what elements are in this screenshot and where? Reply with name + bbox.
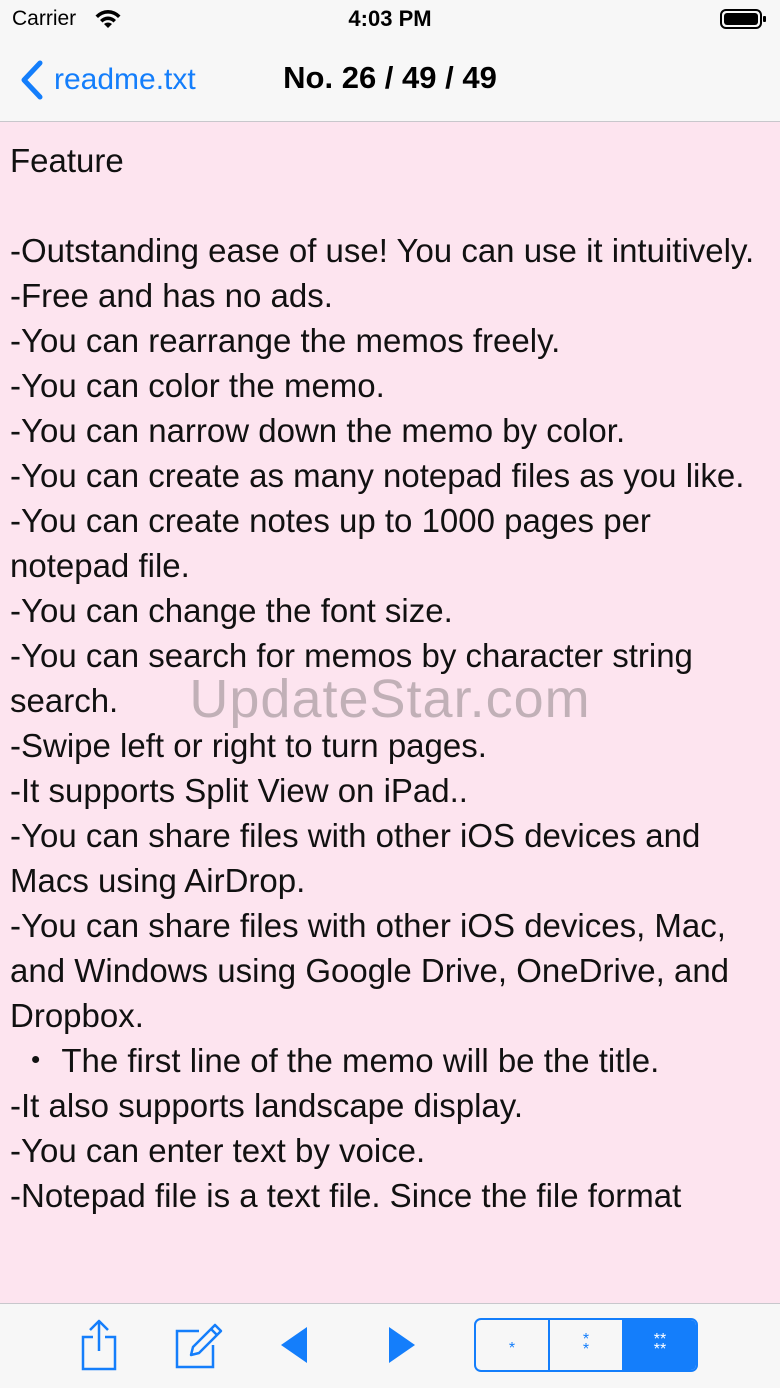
font-size-large-label: ** ** (653, 1331, 667, 1358)
back-button[interactable]: readme.txt (18, 58, 196, 102)
font-size-medium-segment[interactable]: * * (550, 1320, 624, 1370)
next-page-icon (389, 1327, 415, 1363)
back-button-label: readme.txt (54, 63, 196, 96)
share-button[interactable] (76, 1319, 122, 1371)
status-time: 4:03 PM (348, 6, 432, 31)
page-counter-title: No. 26 / 49 / 49 (283, 60, 497, 95)
navigation-bar: readme.txt No. 26 / 49 / 49 (0, 40, 780, 122)
share-icon (81, 1319, 117, 1371)
battery-icon (720, 9, 766, 29)
compose-button[interactable] (172, 1320, 224, 1370)
font-size-large-segment[interactable]: ** ** (624, 1320, 696, 1370)
font-size-medium-label: * * (582, 1331, 590, 1358)
font-size-small-segment[interactable]: * (476, 1320, 550, 1370)
memo-text-view[interactable]: Feature -Outstanding ease of use! You ca… (0, 122, 780, 1303)
previous-page-button[interactable] (278, 1320, 310, 1370)
status-bar: Carrier 4:03 PM (0, 0, 780, 40)
previous-page-icon (281, 1327, 307, 1363)
bottom-toolbar: * * * ** ** (0, 1303, 780, 1388)
memo-text[interactable]: Feature -Outstanding ease of use! You ca… (0, 122, 780, 1218)
chevron-left-icon (21, 60, 43, 100)
font-size-small-label: * (508, 1340, 516, 1357)
font-size-segmented-control[interactable]: * * * ** ** (474, 1318, 698, 1372)
compose-icon (175, 1323, 223, 1369)
next-page-button[interactable] (386, 1320, 418, 1370)
